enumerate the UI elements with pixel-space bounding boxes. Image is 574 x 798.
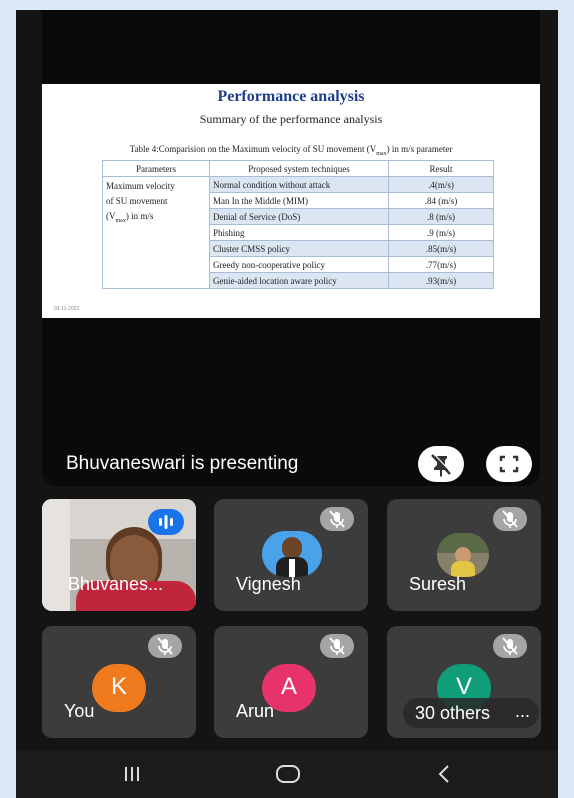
table-header: Result <box>388 160 494 177</box>
phone-screen: Performance analysis Summary of the perf… <box>16 10 558 798</box>
audio-level-icon <box>159 515 173 529</box>
participant-name: Vignesh <box>236 574 301 594</box>
muted-indicator <box>320 634 354 658</box>
others-pill[interactable]: 30 others ... <box>403 698 539 728</box>
pin-off-icon <box>431 453 452 477</box>
participant-tile-arun[interactable]: A Arun <box>214 626 368 738</box>
slide: Performance analysis Summary of the perf… <box>42 84 540 318</box>
result-cell: .9 (m/s) <box>388 224 494 241</box>
participant-name: You <box>64 701 95 721</box>
mic-off-icon <box>502 637 518 655</box>
parameter-line: (Vmax) in m/s <box>106 209 206 229</box>
home-icon <box>276 765 300 783</box>
muted-indicator <box>493 634 527 658</box>
parameter-line: of SU movement <box>106 196 168 206</box>
table-header-row: Parameters Proposed system techniques Re… <box>102 160 494 177</box>
result-cell: .77(m/s) <box>388 256 494 273</box>
caption-subscript: max <box>376 150 387 157</box>
caption-text-end: ) in m/s parameter <box>386 144 453 154</box>
technique-cell: Normal condition without attack <box>209 176 389 193</box>
table-caption: Table 4:Comparision on the Maximum veloc… <box>46 144 536 157</box>
slide-date: 03-11-2022 <box>54 306 80 312</box>
participant-tile-others[interactable]: V 30 others ... <box>387 626 541 738</box>
muted-indicator <box>320 507 354 531</box>
slide-subtitle: Summary of the performance analysis <box>199 112 383 126</box>
result-cell: .4(m/s) <box>388 176 494 193</box>
technique-cell: Denial of Service (DoS) <box>209 208 389 225</box>
participant-name: Suresh <box>409 574 467 594</box>
system-nav-bar <box>16 750 558 798</box>
mic-off-icon <box>502 510 518 528</box>
others-count-label: 30 others <box>415 703 491 723</box>
avatar-initial: K <box>110 673 127 700</box>
table-row: Maximum velocity of SU movement (Vmax) i… <box>102 176 494 289</box>
fullscreen-icon <box>499 455 519 473</box>
technique-cell: Cluster CMSS policy <box>209 240 389 257</box>
recents-button[interactable] <box>112 760 152 788</box>
parameter-subscript: max <box>115 217 126 224</box>
avatar-initial: A <box>280 673 297 700</box>
mic-off-icon <box>329 510 345 528</box>
avatar-initial: V <box>455 673 472 700</box>
participant-tile-you[interactable]: K You <box>42 626 196 738</box>
performance-table: Parameters Proposed system techniques Re… <box>102 160 494 289</box>
participant-tile-vignesh[interactable]: Vignesh <box>214 499 368 611</box>
parameter-cell: Maximum velocity of SU movement (Vmax) i… <box>102 176 210 289</box>
participant-tile-suresh[interactable]: Suresh <box>387 499 541 611</box>
caption-text: Table 4:Comparision on the Maximum veloc… <box>129 144 377 154</box>
parameter-unit: ) in m/s <box>125 211 154 221</box>
presentation-panel[interactable]: Performance analysis Summary of the perf… <box>42 10 540 486</box>
participant-name: Arun <box>236 701 275 721</box>
technique-cell: Man In the Middle (MIM) <box>209 192 389 209</box>
table-header: Proposed system techniques <box>209 160 389 177</box>
fullscreen-button[interactable] <box>486 446 532 482</box>
participant-tile-bhuvaneswari[interactable]: Bhuvanes... <box>42 499 196 611</box>
technique-cell: Genie-aided location aware policy <box>209 272 389 289</box>
parameter-line: Maximum velocity <box>106 181 175 191</box>
back-icon <box>438 765 449 783</box>
table-header: Parameters <box>102 160 210 177</box>
ellipsis: ... <box>515 701 531 721</box>
avatar: K <box>92 664 146 712</box>
presenting-label: Bhuvaneswari is presenting <box>66 453 299 474</box>
technique-cell: Phishing <box>209 224 389 241</box>
result-cell: .8 (m/s) <box>388 208 494 225</box>
result-cell: .84 (m/s) <box>388 192 494 209</box>
muted-indicator <box>148 634 182 658</box>
unpin-button[interactable] <box>418 446 464 482</box>
profile-photo <box>262 531 322 577</box>
mic-off-icon <box>157 637 173 655</box>
speaking-indicator <box>148 509 184 535</box>
recents-icon <box>125 767 139 781</box>
profile-photo <box>437 533 489 577</box>
result-cell: .93(m/s) <box>388 272 494 289</box>
home-button[interactable] <box>268 760 308 788</box>
result-cell: .85(m/s) <box>388 240 494 257</box>
parameter-symbol: (V <box>106 211 116 221</box>
slide-title: Performance analysis <box>217 88 365 105</box>
back-button[interactable] <box>424 760 464 788</box>
technique-cell: Greedy non-cooperative policy <box>209 256 389 273</box>
muted-indicator <box>493 507 527 531</box>
participant-name: Bhuvanes... <box>68 574 164 594</box>
mic-off-icon <box>329 637 345 655</box>
